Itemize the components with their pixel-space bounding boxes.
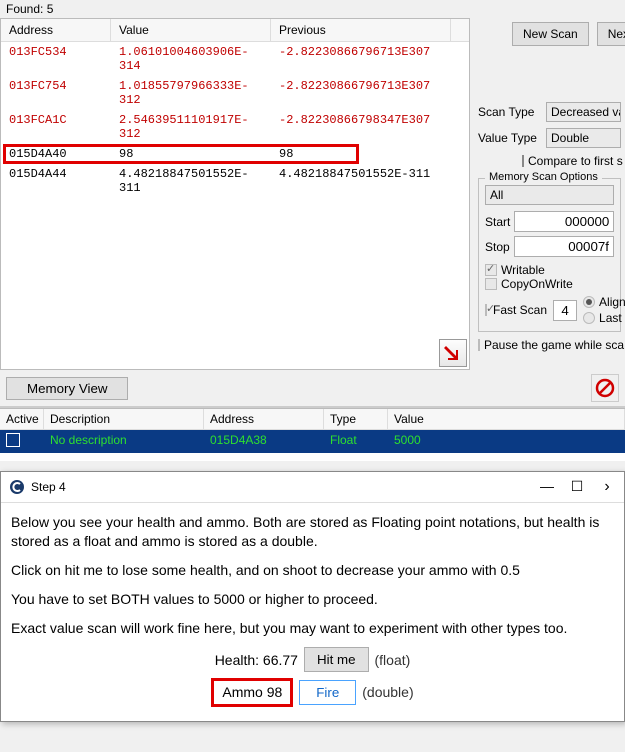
addr-row-description[interactable]: No description (44, 430, 204, 453)
addr-col-description[interactable]: Description (44, 409, 204, 429)
writable-label: Writable (501, 263, 545, 277)
scan-result-row[interactable]: 013FC7541.01855797966333E-312-2.82230866… (1, 76, 469, 110)
fastscan-alignment-input[interactable] (553, 300, 577, 321)
compare-first-checkbox[interactable] (522, 155, 524, 167)
close-button[interactable]: › (598, 478, 616, 496)
col-header-address[interactable]: Address (1, 19, 111, 41)
alignment-label: Align (599, 295, 625, 309)
value-type-label: Value Type (478, 131, 542, 145)
new-scan-button[interactable]: New Scan (512, 22, 589, 46)
scan-type-dropdown[interactable]: Decreased value (546, 102, 621, 122)
hit-me-button[interactable]: Hit me (304, 647, 369, 672)
lastdigits-radio[interactable] (583, 312, 595, 324)
copyonwrite-checkbox[interactable] (485, 278, 497, 290)
scan-result-row[interactable]: 013FC5341.06101004603906E-314-2.82230866… (1, 42, 469, 76)
tutorial-window: Step 4 — ☐ › Below you see your health a… (0, 471, 625, 722)
addr-row-value[interactable]: 5000 (388, 430, 625, 453)
active-checkbox[interactable] (6, 433, 20, 447)
addr-col-type[interactable]: Type (324, 409, 388, 429)
addr-col-value[interactable]: Value (388, 409, 625, 429)
col-header-value[interactable]: Value (111, 19, 271, 41)
scan-controls-panel: New Scan Next Scan Scan Type Decreased v… (470, 18, 625, 370)
tutorial-text-1: Below you see your health and ammo. Both… (11, 513, 614, 551)
maximize-button[interactable]: ☐ (568, 478, 586, 496)
double-note: (double) (362, 683, 413, 702)
fire-button[interactable]: Fire (299, 680, 356, 705)
scan-results-header: Address Value Previous (1, 19, 469, 42)
pause-game-label: Pause the game while sca (484, 338, 624, 352)
tutorial-text-3: You have to set BOTH values to 5000 or h… (11, 590, 614, 609)
add-to-addresslist-button[interactable] (439, 339, 467, 367)
found-label: Found: 5 (0, 0, 625, 18)
col-header-previous[interactable]: Previous (271, 19, 451, 41)
addr-col-address[interactable]: Address (204, 409, 324, 429)
alignment-radio[interactable] (583, 296, 595, 308)
value-type-dropdown[interactable]: Double (546, 128, 621, 148)
memory-scan-options-group: Memory Scan Options All Start Stop Writa… (478, 178, 621, 332)
app-icon (9, 479, 25, 495)
stop-label: Stop (485, 240, 510, 254)
mem-region-dropdown[interactable]: All (485, 185, 614, 205)
writable-checkbox[interactable] (485, 264, 497, 276)
addr-row-address[interactable]: 015D4A38 (204, 430, 324, 453)
memory-scan-options-title: Memory Scan Options (485, 171, 602, 183)
scan-type-label: Scan Type (478, 105, 542, 119)
start-label: Start (485, 215, 510, 229)
tutorial-text-4: Exact value scan will work fine here, bu… (11, 619, 614, 638)
ammo-label: Ammo 98 (211, 678, 293, 707)
stop-address-input[interactable] (514, 236, 614, 257)
start-address-input[interactable] (514, 211, 614, 232)
addr-row-type[interactable]: Float (324, 430, 388, 453)
scan-result-row[interactable]: 015D4A409898 (1, 144, 469, 164)
window-title: Step 4 (31, 480, 66, 494)
fastscan-label: Fast Scan (493, 303, 547, 317)
address-list: Active Description Address Type Value No… (0, 408, 625, 461)
fastscan-checkbox[interactable] (485, 304, 487, 316)
minimize-button[interactable]: — (538, 478, 556, 496)
pause-game-checkbox[interactable] (478, 339, 480, 351)
tutorial-text-2: Click on hit me to lose some health, and… (11, 561, 614, 580)
scan-result-row[interactable]: 015D4A444.48218847501552E-3114.482188475… (1, 164, 469, 198)
scan-results-panel: Address Value Previous 013FC5341.0610100… (0, 18, 470, 370)
float-note: (float) (375, 651, 411, 670)
lastdigits-label: Last l (599, 311, 625, 325)
compare-first-label: Compare to first s (528, 154, 623, 168)
scan-result-row[interactable]: 013FCA1C2.54639511101917E-312-2.82230866… (1, 110, 469, 144)
scan-results-body[interactable]: 013FC5341.06101004603906E-314-2.82230866… (1, 42, 469, 198)
health-label: Health: 66.77 (215, 651, 298, 670)
address-list-row[interactable]: No description 015D4A38 Float 5000 (0, 430, 625, 453)
memory-view-button[interactable]: Memory View (6, 377, 128, 400)
next-scan-button[interactable]: Next Scan (597, 22, 625, 46)
clear-list-icon[interactable] (591, 374, 619, 402)
copyonwrite-label: CopyOnWrite (501, 277, 573, 291)
addr-col-active[interactable]: Active (0, 409, 44, 429)
